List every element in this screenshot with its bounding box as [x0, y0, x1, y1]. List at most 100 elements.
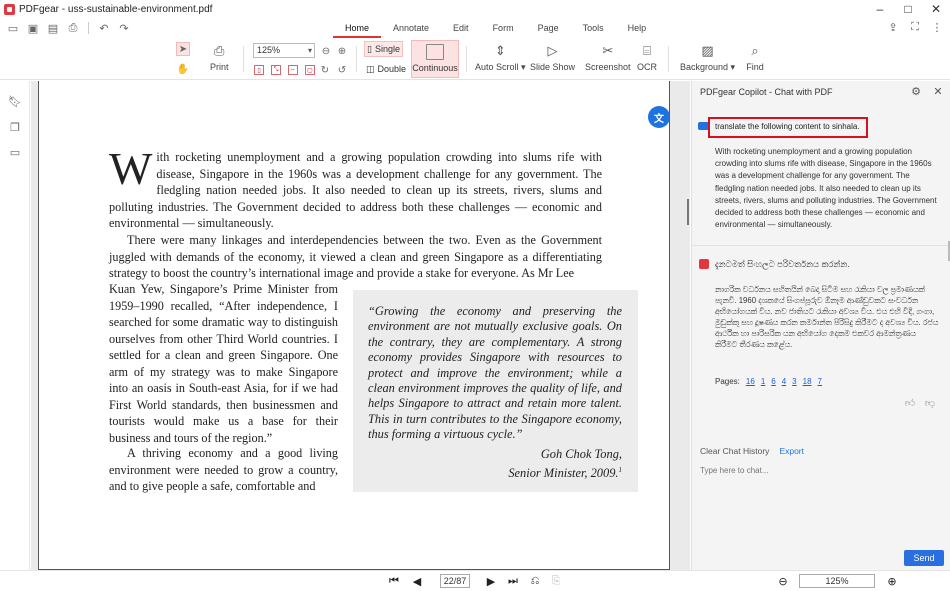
hand-tool-icon[interactable]: ✋ — [176, 62, 190, 76]
first-page-icon[interactable]: ⏮ — [388, 575, 400, 587]
page-navigation-bar: ⏮ ◀ 22/87 ▶ ⏭ ⎌ ⎘ ⊖ 125% ⊕ — [0, 570, 950, 591]
actual-size-icon[interactable]: ▯ — [254, 65, 264, 75]
send-button[interactable]: Send — [904, 550, 944, 566]
page-link[interactable]: 4 — [782, 377, 786, 386]
menu-tools[interactable]: Tools — [571, 20, 616, 38]
minimize-button[interactable]: – — [866, 0, 894, 18]
last-page-icon[interactable]: ⏭ — [507, 575, 519, 587]
toolbar-divider — [88, 22, 89, 34]
comments-icon[interactable]: ▭ — [9, 146, 21, 159]
menu-home[interactable]: Home — [333, 20, 382, 38]
zoom-in-icon[interactable]: ⊕ — [886, 575, 898, 588]
page-link[interactable]: 6 — [771, 377, 775, 386]
next-page-icon[interactable]: ▶ — [485, 575, 497, 588]
save-as-icon[interactable]: ▤ — [46, 21, 60, 35]
zoom-select[interactable]: 125% ▾ — [253, 43, 315, 58]
continuous-button[interactable]: Continuous — [411, 40, 459, 78]
pull-quote-text: “Growing the economy and preserving the … — [368, 304, 622, 442]
double-page-button[interactable]: ◫ Double — [364, 61, 408, 77]
main-menu: Home Annotate Edit Form Page Tools Help — [333, 20, 658, 38]
rotate-counterclockwise-icon[interactable]: ↺ — [335, 63, 349, 77]
zoom-level-field[interactable]: 125% — [799, 574, 875, 588]
export-button[interactable]: Export — [779, 446, 804, 456]
print-button[interactable]: ⎙ Print — [210, 42, 229, 72]
paragraph-4: A thriving economy and a good living env… — [109, 446, 338, 493]
single-page-icon: ▯ — [367, 43, 372, 54]
clear-chat-history-button[interactable]: Clear Chat History — [700, 446, 769, 456]
user-message-text: With rocketing unemployment and a growin… — [715, 147, 937, 230]
undo-icon[interactable]: ↶ — [97, 21, 111, 35]
page-link[interactable]: 1 — [761, 377, 765, 386]
previous-page-icon[interactable]: ◀ — [411, 575, 423, 588]
ribbon-divider — [356, 46, 357, 72]
open-folder-icon[interactable]: ▭ — [6, 21, 20, 35]
zoom-in-icon[interactable]: ⊕ — [335, 44, 349, 58]
thumbs-up-icon[interactable]: 👍︎ — [904, 397, 916, 409]
close-button[interactable]: ✕ — [922, 0, 950, 18]
go-forward-icon[interactable]: ⎘ — [550, 575, 562, 587]
find-button[interactable]: ⌕ Find — [746, 42, 764, 72]
single-page-button[interactable]: ▯ Single — [364, 41, 403, 57]
copilot-panel: PDFgear Copilot - Chat with PDF ⚙ ✕ tran… — [691, 81, 950, 570]
go-back-icon[interactable]: ⎌ — [529, 575, 541, 587]
page-link[interactable]: 18 — [803, 377, 812, 386]
copilot-settings-icon[interactable]: ⚙ — [910, 85, 922, 98]
fit-page-icon[interactable]: ⤡ — [271, 65, 281, 75]
copilot-title: PDFgear Copilot - Chat with PDF — [700, 87, 833, 97]
thumbnails-icon[interactable]: ❐ — [9, 121, 21, 134]
more-options-icon[interactable]: ⋮ — [930, 20, 944, 34]
ribbon-divider — [668, 46, 669, 72]
document-scrollbar[interactable] — [687, 199, 689, 225]
fullscreen-icon[interactable]: ⛶ — [908, 20, 922, 34]
chat-input[interactable] — [700, 463, 940, 477]
share-icon[interactable]: ⇪ — [886, 20, 900, 34]
ribbon-toolbar: ➤ ✋ ⎙ Print 125% ▾ ⊖ ⊕ ▯ ⤡ ⇔ ▢ ↻ ↺ ▯ Sin… — [0, 38, 950, 80]
paragraph-3: Kuan Yew, Singapore’s Prime Minister fro… — [109, 282, 338, 445]
menu-edit[interactable]: Edit — [441, 20, 481, 38]
thumbs-down-icon[interactable]: 👎︎ — [924, 397, 936, 409]
zoom-out-icon[interactable]: ⊖ — [777, 575, 789, 588]
page-link[interactable]: 7 — [818, 377, 822, 386]
paragraph-1: With rocketing unemployment and a growin… — [109, 143, 602, 231]
fit-visible-icon[interactable]: ▢ — [305, 65, 315, 75]
redo-icon[interactable]: ↷ — [117, 21, 131, 35]
double-page-icon: ◫ — [366, 63, 375, 74]
feedback-actions: 👍︎ 👎︎ — [904, 397, 936, 409]
translate-icon[interactable]: 文 — [648, 106, 670, 128]
title-bar: PDFgear - uss-sustainable-environment.pd… — [0, 0, 950, 18]
slide-show-button[interactable]: ▷ Slide Show — [530, 42, 575, 72]
header-right-tools: ⇪ ⛶ ⋮ — [886, 20, 944, 34]
fit-width-icon[interactable]: ⇔ — [288, 65, 298, 75]
chat-actions: Clear Chat History Export — [700, 446, 804, 456]
page-link[interactable]: 16 — [746, 377, 755, 386]
page-link[interactable]: 3 — [792, 377, 796, 386]
zoom-out-icon[interactable]: ⊖ — [319, 44, 333, 58]
save-icon[interactable]: ▣ — [26, 21, 40, 35]
slide-show-icon: ▷ — [547, 43, 558, 58]
source-pages: Pages: 16 1 6 4 3 18 7 — [715, 377, 822, 386]
window-controls: – □ ✕ — [866, 0, 950, 18]
menu-page[interactable]: Page — [526, 20, 571, 38]
ocr-button[interactable]: ⌸ OCR — [637, 42, 657, 72]
pull-quote-attribution: Goh Chok Tong, Senior Minister, 2009.1 — [508, 447, 622, 481]
scissors-icon: ✂ — [602, 43, 614, 58]
page-number-input[interactable]: 22/87 — [440, 574, 470, 588]
document-viewer[interactable]: With rocketing unemployment and a growin… — [31, 81, 690, 570]
printer-icon: ⎙ — [214, 43, 225, 58]
menu-annotate[interactable]: Annotate — [381, 20, 441, 38]
quick-access-toolbar: ▭ ▣ ▤ ⎙ ↶ ↷ — [0, 18, 131, 38]
menu-help[interactable]: Help — [616, 20, 659, 38]
background-button[interactable]: ▨ Background ▾ — [680, 42, 735, 73]
auto-scroll-button[interactable]: ⇕ Auto Scroll ▾ — [475, 42, 526, 73]
bookmark-icon[interactable]: 🔖︎ — [8, 95, 22, 108]
pull-quote-box: “Growing the economy and preserving the … — [353, 290, 638, 492]
paragraph-2: There were many linkages and interdepend… — [109, 233, 602, 280]
select-tool-icon[interactable]: ➤ — [176, 42, 190, 56]
rotate-clockwise-icon[interactable]: ↻ — [318, 63, 332, 77]
screenshot-button[interactable]: ✂ Screenshot — [585, 42, 631, 72]
maximize-button[interactable]: □ — [894, 0, 922, 18]
print-icon[interactable]: ⎙ — [66, 21, 80, 35]
menu-form[interactable]: Form — [481, 20, 526, 38]
close-icon[interactable]: ✕ — [932, 85, 944, 98]
copilot-avatar-icon — [699, 259, 709, 269]
